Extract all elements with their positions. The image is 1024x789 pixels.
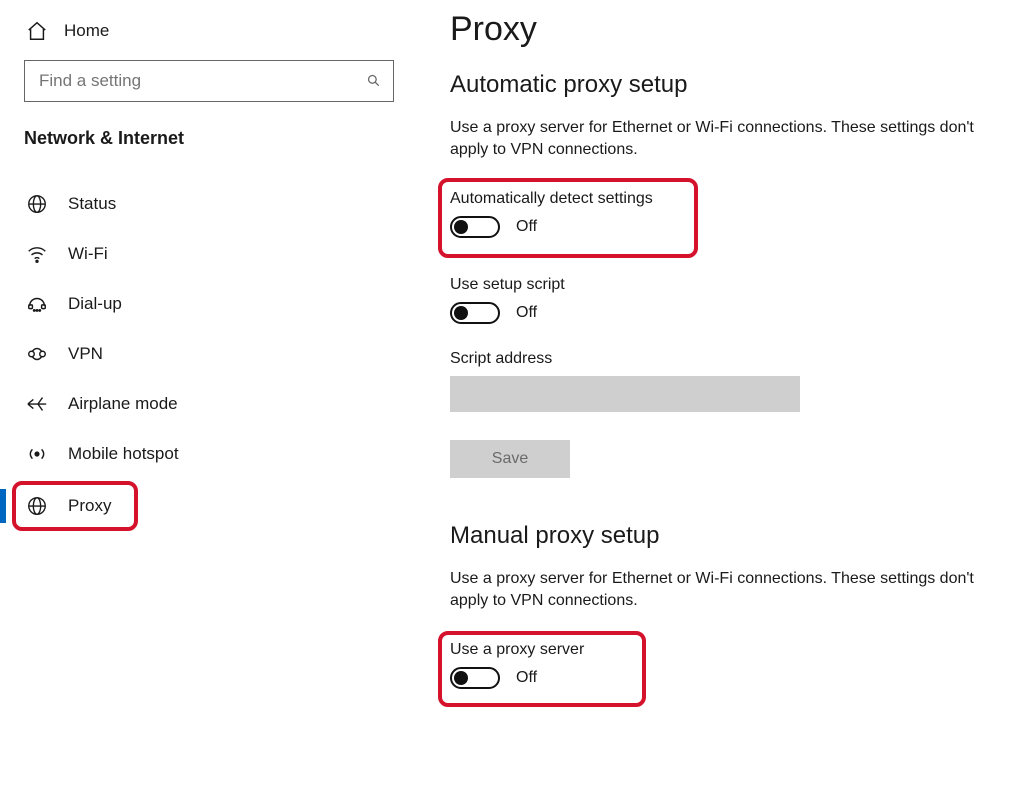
- auto-detect-state: Off: [516, 218, 537, 236]
- sidebar-item-status[interactable]: Status: [20, 179, 410, 229]
- vpn-icon: [26, 343, 48, 365]
- search-input[interactable]: [37, 70, 366, 92]
- sidebar-item-label: Airplane mode: [68, 394, 178, 414]
- section-desc-auto: Use a proxy server for Ethernet or Wi-Fi…: [450, 117, 1010, 162]
- settings-main: Proxy Automatic proxy setup Use a proxy …: [410, 0, 1024, 789]
- sidebar-category-title: Network & Internet: [24, 128, 410, 149]
- sidebar-home-label: Home: [64, 21, 109, 41]
- search-icon: [366, 73, 381, 89]
- use-script-toggle[interactable]: [450, 302, 500, 324]
- script-address-label: Script address: [450, 350, 1014, 368]
- use-script-state: Off: [516, 304, 537, 322]
- save-button: Save: [450, 440, 570, 478]
- sidebar-item-wifi[interactable]: Wi-Fi: [20, 229, 410, 279]
- use-proxy-label: Use a proxy server: [450, 641, 1014, 659]
- sidebar-item-label: VPN: [68, 344, 103, 364]
- hotspot-icon: [26, 443, 48, 465]
- use-proxy-group: Use a proxy server Off: [450, 635, 1014, 705]
- sidebar-item-label: Proxy: [68, 496, 111, 516]
- globe-icon: [26, 495, 48, 517]
- sidebar-item-proxy[interactable]: Proxy: [20, 481, 410, 531]
- airplane-icon: [26, 393, 48, 415]
- use-proxy-state: Off: [516, 669, 537, 687]
- settings-sidebar: Home Network & Internet Status Wi-Fi Dia…: [0, 0, 410, 789]
- script-address-input: [450, 376, 800, 412]
- sidebar-item-hotspot[interactable]: Mobile hotspot: [20, 429, 410, 479]
- sidebar-item-label: Dial-up: [68, 294, 122, 314]
- auto-detect-group: Automatically detect settings Off: [450, 184, 1014, 270]
- dialup-icon: [26, 293, 48, 315]
- section-desc-manual: Use a proxy server for Ethernet or Wi-Fi…: [450, 568, 1010, 613]
- section-title-manual: Manual proxy setup: [450, 522, 1014, 550]
- sidebar-item-label: Status: [68, 194, 116, 214]
- auto-detect-label: Automatically detect settings: [450, 190, 1014, 208]
- use-script-label: Use setup script: [450, 276, 1014, 294]
- section-title-auto: Automatic proxy setup: [450, 71, 1014, 99]
- settings-search[interactable]: [24, 60, 394, 102]
- sidebar-item-label: Mobile hotspot: [68, 444, 179, 464]
- auto-detect-toggle[interactable]: [450, 216, 500, 238]
- page-title: Proxy: [450, 10, 1014, 49]
- sidebar-home[interactable]: Home: [20, 16, 410, 60]
- globe-icon: [26, 193, 48, 215]
- use-proxy-toggle[interactable]: [450, 667, 500, 689]
- sidebar-item-airplane[interactable]: Airplane mode: [20, 379, 410, 429]
- sidebar-item-dialup[interactable]: Dial-up: [20, 279, 410, 329]
- home-icon: [26, 20, 48, 42]
- wifi-icon: [26, 243, 48, 265]
- sidebar-item-label: Wi-Fi: [68, 244, 108, 264]
- sidebar-item-vpn[interactable]: VPN: [20, 329, 410, 379]
